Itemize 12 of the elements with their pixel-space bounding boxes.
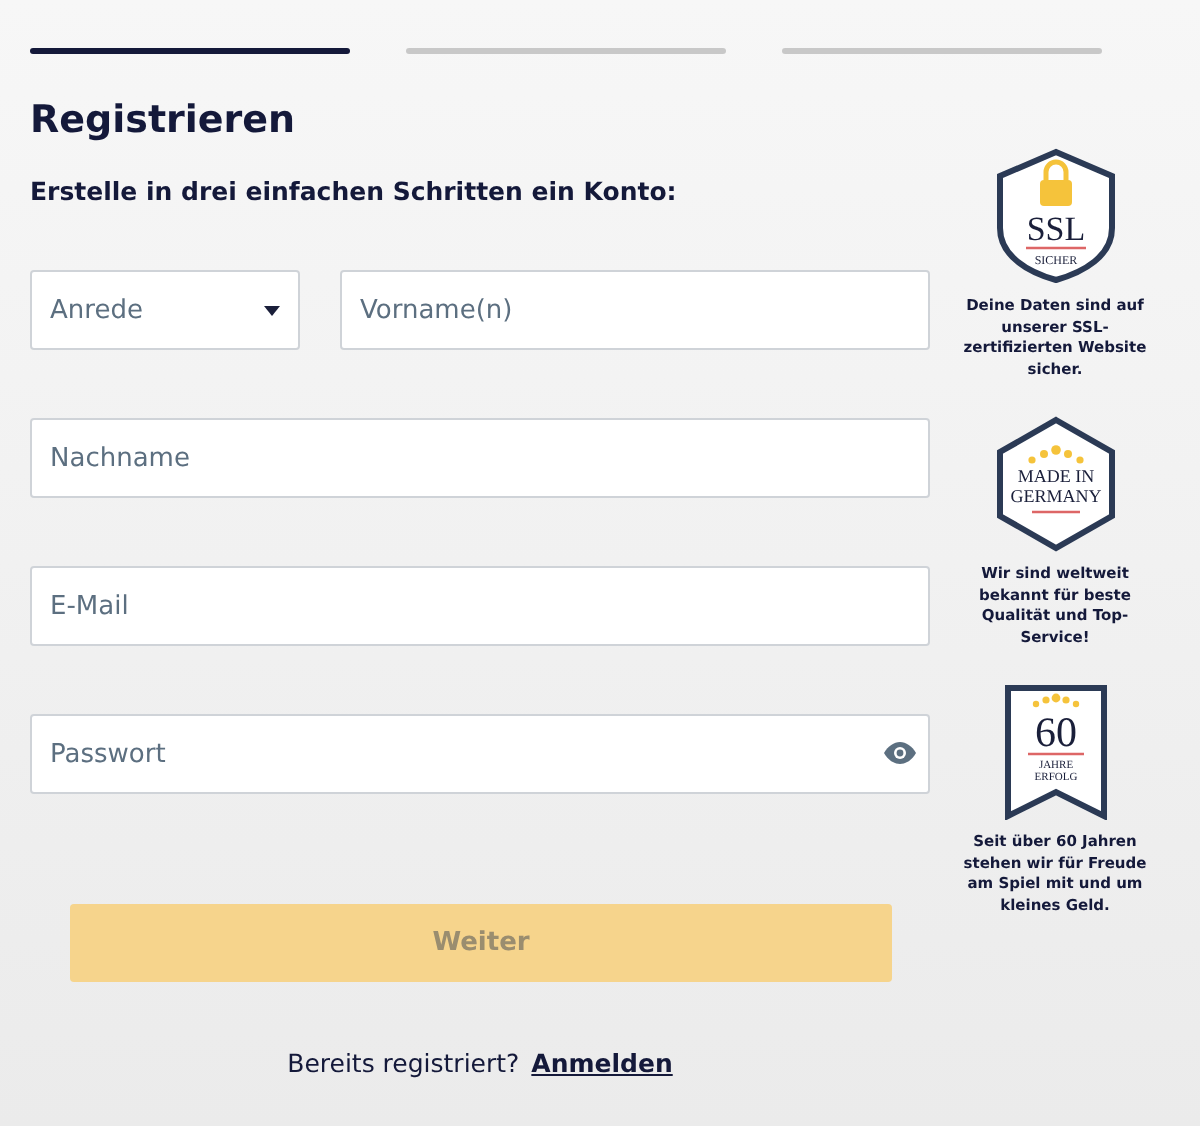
input-field[interactable]: Vorname(n)	[340, 270, 930, 350]
eye-icon[interactable]	[884, 742, 916, 764]
made-in-germany-seal-drawing: MADE IN GERMANY	[995, 416, 1115, 552]
input-field[interactable]: Nachname	[30, 418, 930, 498]
salutation-select[interactable]: Anrede	[30, 270, 300, 350]
login-link[interactable]: Anmelden	[531, 1048, 673, 1078]
input-field[interactable]: E-Mail	[30, 566, 930, 646]
page-title: Registrieren	[30, 98, 298, 142]
login-prompt: Bereits registriert?	[287, 1048, 520, 1078]
subtitle: Erstelle in drei einfachen Schritten ein Konto:	[30, 176, 679, 206]
caret-icon	[264, 305, 280, 315]
input-field[interactable]: Passwort	[30, 714, 930, 794]
